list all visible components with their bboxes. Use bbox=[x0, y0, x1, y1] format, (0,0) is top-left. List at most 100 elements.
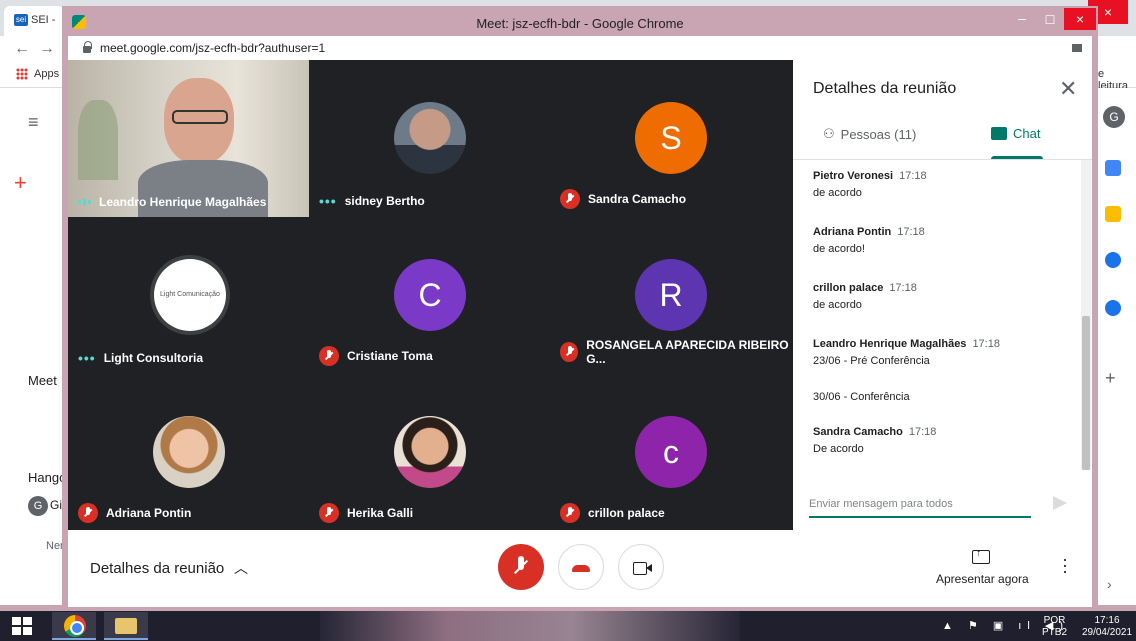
participant-name-row: ROSANGELA APARECIDA RIBEIRO G... bbox=[560, 338, 791, 366]
participant-tile[interactable]: C Cristiane Toma bbox=[309, 217, 550, 374]
more-dots-icon: ••• bbox=[319, 193, 337, 209]
chat-scrollbar-thumb[interactable] bbox=[1082, 316, 1090, 470]
account-avatar[interactable]: G bbox=[1103, 106, 1125, 128]
chevron-up-icon[interactable]: ︿ bbox=[234, 558, 248, 578]
contacts-icon[interactable] bbox=[1105, 300, 1121, 316]
clock-date: 29/04/2021 bbox=[1081, 627, 1133, 638]
participant-name-row: ••• Light Consultoria bbox=[78, 350, 203, 366]
message-time: 17:18 bbox=[889, 282, 917, 294]
compose-plus-icon[interactable]: + bbox=[14, 170, 27, 196]
message-time: 17:18 bbox=[972, 338, 1000, 350]
chat-message: Adriana Pontin 17:18 de acordo! bbox=[813, 226, 925, 255]
left-item-gi: Gi bbox=[50, 498, 62, 512]
camera-button[interactable] bbox=[618, 544, 664, 590]
mic-off-icon bbox=[560, 503, 580, 523]
address-bar[interactable]: meet.google.com/jsz-ecfh-bdr?authuser=1 bbox=[68, 36, 1092, 60]
message-sender: Leandro Henrique Magalhães bbox=[813, 338, 967, 350]
participant-avatar bbox=[394, 416, 466, 488]
meet-window: Meet: jsz-ecfh-bdr - Google Chrome – ☐ ×… bbox=[62, 6, 1098, 607]
participant-tile[interactable]: Leandro Henrique Magalhães bbox=[68, 60, 309, 217]
meeting-details-panel: Detalhes da reunião ✕ ⚇ Pessoas (11) Cha… bbox=[793, 60, 1092, 530]
meeting-details-toggle[interactable]: Detalhes da reunião bbox=[90, 560, 224, 577]
taskbar-clock[interactable]: 17:16 29/04/2021 bbox=[1080, 615, 1134, 639]
camera-indicator-icon[interactable] bbox=[1072, 44, 1082, 52]
window-titlebar: Meet: jsz-ecfh-bdr - Google Chrome – ☐ × bbox=[62, 6, 1098, 36]
present-now-button[interactable]: Apresentar agora bbox=[936, 572, 1029, 586]
message-sender: Pietro Veronesi bbox=[813, 170, 894, 182]
participant-tile[interactable]: Adriana Pontin bbox=[68, 374, 309, 531]
background-nav-arrows[interactable]: ← → bbox=[14, 40, 55, 58]
more-options-icon[interactable]: · · · bbox=[1062, 550, 1068, 580]
lang-top: POR bbox=[1043, 615, 1066, 626]
apps-bookmark[interactable]: Apps bbox=[34, 68, 59, 80]
participant-tile[interactable]: ••• sidney Bertho bbox=[309, 60, 550, 217]
message-text: 30/06 - Conferência bbox=[813, 391, 910, 403]
chat-message: Sandra Camacho 17:18 De acordo bbox=[813, 426, 936, 455]
participant-avatar: c bbox=[635, 416, 707, 488]
participant-avatar bbox=[394, 102, 466, 174]
keep-icon[interactable] bbox=[1105, 206, 1121, 222]
chat-icon bbox=[991, 127, 1007, 140]
chat-message: 30/06 - Conferência bbox=[813, 386, 910, 403]
send-icon[interactable] bbox=[1053, 496, 1067, 510]
participant-name: Sandra Camacho bbox=[588, 192, 687, 206]
participant-tile[interactable]: c crillon palace bbox=[550, 374, 791, 531]
tab-people[interactable]: ⚇ Pessoas (11) bbox=[823, 126, 916, 142]
participant-tile[interactable]: Light Comunicação ••• Light Consultoria bbox=[68, 217, 309, 374]
mic-off-icon bbox=[319, 346, 339, 366]
chat-messages[interactable]: Pietro Veronesi 17:18 de acordo Adriana P… bbox=[793, 160, 1092, 470]
leave-call-button[interactable] bbox=[558, 544, 604, 590]
participant-name-row: Adriana Pontin bbox=[78, 503, 191, 523]
left-item-hangouts: Hango bbox=[28, 470, 67, 485]
message-text: de acordo bbox=[813, 299, 862, 311]
add-addon-icon[interactable]: + bbox=[1105, 368, 1116, 389]
background-tab[interactable]: sei SEI - bbox=[4, 6, 64, 36]
participant-name: crillon palace bbox=[588, 506, 665, 520]
message-time: 17:18 bbox=[908, 426, 937, 438]
tab-people-label: Pessoas (11) bbox=[840, 126, 917, 142]
left-avatar[interactable]: G bbox=[28, 496, 48, 516]
clock-time: 17:16 bbox=[1094, 615, 1120, 626]
company-logo: Light Comunicação bbox=[154, 259, 226, 331]
participant-name-row: Herika Galli bbox=[319, 503, 413, 523]
participant-avatar bbox=[153, 416, 225, 488]
tab-chat[interactable]: Chat bbox=[991, 126, 1040, 141]
minimize-button[interactable]: – bbox=[1008, 10, 1036, 30]
close-panel-icon[interactable]: ✕ bbox=[1059, 76, 1077, 102]
chat-message: Pietro Veronesi 17:18 de acordo bbox=[813, 170, 927, 199]
language-indicator[interactable]: POR PTB2 bbox=[1042, 615, 1067, 639]
taskbar-files-icon[interactable] bbox=[104, 612, 148, 640]
calendar-icon[interactable] bbox=[1105, 160, 1121, 176]
lang-bottom: PTB2 bbox=[1042, 627, 1068, 638]
speaking-indicator-icon bbox=[78, 198, 91, 206]
participant-avatar: C bbox=[394, 259, 466, 331]
window-close-button[interactable]: × bbox=[1064, 8, 1096, 30]
window-title: Meet: jsz-ecfh-bdr - Google Chrome bbox=[476, 16, 684, 31]
participant-tile[interactable]: Herika Galli bbox=[309, 374, 550, 531]
participant-name: Light Consultoria bbox=[103, 351, 204, 365]
mic-off-icon bbox=[78, 503, 98, 523]
microphone-off-button[interactable] bbox=[498, 544, 544, 590]
url-text[interactable]: meet.google.com/jsz-ecfh-bdr?authuser=1 bbox=[100, 41, 325, 55]
maximize-button[interactable]: ☐ bbox=[1036, 10, 1064, 30]
taskbar-chrome-icon[interactable] bbox=[52, 612, 96, 640]
lock-icon bbox=[82, 41, 92, 53]
hamburger-icon[interactable]: ≡ bbox=[28, 112, 39, 133]
tasks-icon[interactable] bbox=[1105, 252, 1121, 268]
windows-start-icon[interactable] bbox=[12, 617, 32, 635]
participant-name: Leandro Henrique Magalhães bbox=[99, 195, 267, 209]
sei-icon: sei bbox=[14, 14, 28, 27]
chat-input[interactable]: Enviar mensagem para todos bbox=[809, 498, 953, 510]
message-time: 17:18 bbox=[897, 226, 925, 238]
expand-chevron-icon[interactable]: › bbox=[1107, 576, 1112, 592]
meeting-controls-bar: Detalhes da reunião ︿ Apresentar agora ·… bbox=[68, 530, 1092, 607]
participant-tile[interactable]: R ROSANGELA APARECIDA RIBEIRO G... bbox=[550, 217, 791, 374]
wallpaper-strip bbox=[320, 611, 740, 641]
mic-off-icon bbox=[560, 342, 579, 362]
present-screen-icon[interactable] bbox=[972, 548, 990, 564]
participant-tile[interactable]: S Sandra Camacho bbox=[550, 60, 791, 217]
participant-name-row: crillon palace bbox=[560, 503, 665, 523]
chat-input-underline bbox=[809, 516, 1031, 518]
message-text: de acordo! bbox=[813, 243, 865, 255]
participant-name: Adriana Pontin bbox=[106, 506, 192, 520]
